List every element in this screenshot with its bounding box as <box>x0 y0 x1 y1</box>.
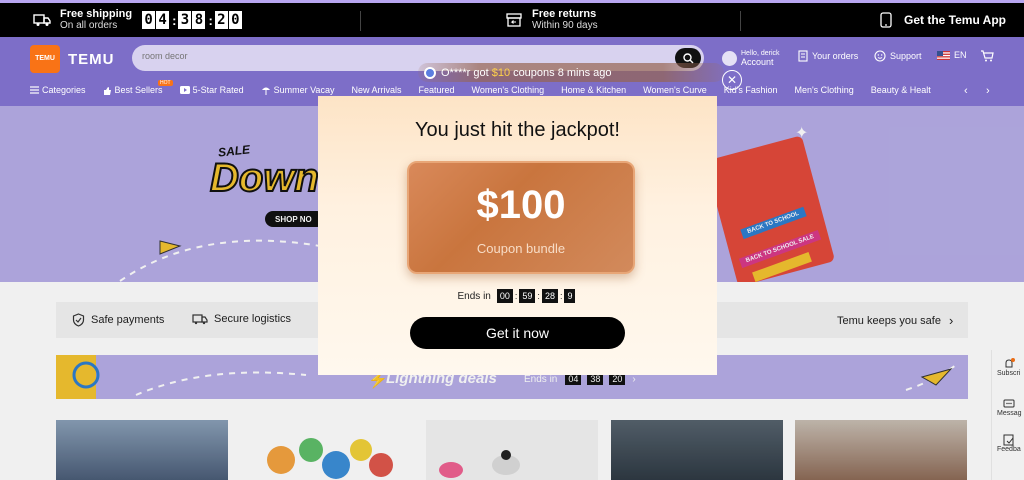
nav-womens-curve[interactable]: Women's Curve <box>643 85 707 95</box>
nav-categories[interactable]: Categories <box>30 85 86 95</box>
nav-scroll-right[interactable]: › <box>986 85 990 97</box>
support-icon <box>874 50 886 62</box>
countdown-tenths: 9 <box>564 289 576 303</box>
countdown-colon: : <box>559 291 563 301</box>
cart-icon <box>980 50 994 62</box>
notify-amount: $10 <box>491 66 511 79</box>
countdown-minutes: 59 <box>519 289 536 303</box>
notify-text: coupons 8 mins ago <box>513 66 612 79</box>
orders-label: Your orders <box>812 51 859 61</box>
countdown-colon: : <box>172 12 177 28</box>
notify-user: O****r <box>441 66 471 79</box>
countdown-hours: 00 <box>496 289 513 303</box>
nav-label: New Arrivals <box>351 85 402 95</box>
orders-link[interactable]: Your orders <box>798 50 858 62</box>
return-box-icon <box>504 12 524 28</box>
coupon-amount: $100 <box>476 183 566 227</box>
account-label: Account <box>741 57 774 67</box>
ends-in-label: Ends in <box>457 290 491 302</box>
coupon-subtitle: Coupon bundle <box>476 241 566 256</box>
user-avatar-icon <box>424 66 436 79</box>
close-modal-button[interactable]: ✕ <box>722 70 742 90</box>
divider <box>740 11 741 31</box>
promo-topbar: Free shipping On all orders 0 4 : 3 8 : … <box>0 0 1024 37</box>
countdown-digit: 0 <box>142 11 156 29</box>
nav-label: Women's Curve <box>643 85 707 95</box>
returns-title: Free returns <box>532 8 597 20</box>
nav-label: Men's Clothing <box>794 85 854 95</box>
search-icon <box>682 52 693 63</box>
nav-mens-clothing[interactable]: Men's Clothing <box>794 85 853 95</box>
nav-home-kitchen[interactable]: Home & Kitchen <box>561 85 626 95</box>
nav-summer-vacay[interactable]: Summer Vacay <box>261 85 335 95</box>
nav-beauty-health[interactable]: Beauty & Healt <box>871 85 931 95</box>
returns-subtitle: Within 90 days <box>532 20 598 31</box>
shipping-title: Free shipping <box>60 8 133 20</box>
cart-button[interactable] <box>980 50 998 62</box>
account-menu[interactable]: Hello, derick Account <box>722 49 780 67</box>
shipping-subtitle: On all orders <box>60 20 118 31</box>
nav-womens-clothing[interactable]: Women's Clothing <box>472 85 545 95</box>
phone-icon <box>876 12 896 28</box>
nav-label: Best Sellers <box>114 85 163 95</box>
nav-label: Beauty & Healt <box>870 85 931 95</box>
get-it-now-button[interactable]: Get it now <box>410 317 625 349</box>
nav-label: Women's Clothing <box>471 85 545 95</box>
menu-icon <box>30 86 39 94</box>
nav-scroll-left[interactable]: ‹ <box>964 85 968 97</box>
language-selector[interactable]: EN <box>937 50 967 60</box>
language-label: EN <box>954 50 967 60</box>
orders-icon <box>798 50 808 62</box>
jackpot-modal: You just hit the jackpot! $100 Coupon bu… <box>318 96 717 375</box>
truck-icon <box>32 12 52 28</box>
umbrella-icon <box>261 85 271 95</box>
avatar <box>722 50 737 66</box>
countdown-digit: 3 <box>178 11 192 29</box>
shipping-countdown: 0 4 : 3 8 : 2 0 <box>142 11 243 29</box>
nav-label: Featured <box>418 85 455 95</box>
countdown-colon: : <box>514 291 518 301</box>
star-badge-icon <box>179 86 190 94</box>
nav-5-star-rated[interactable]: 5-Star Rated <box>179 85 244 95</box>
nav-best-sellers[interactable]: Best Sellers <box>103 85 163 95</box>
nav-featured[interactable]: Featured <box>418 85 454 95</box>
search-input[interactable] <box>142 51 662 61</box>
nav-new-arrivals[interactable]: New Arrivals <box>351 85 401 95</box>
countdown-colon: : <box>537 291 540 301</box>
close-icon: ✕ <box>726 73 738 87</box>
divider <box>360 11 361 31</box>
temu-logo[interactable]: TEMU <box>30 45 60 73</box>
logo-wordmark[interactable]: TEMU <box>68 51 115 68</box>
coupon-card: $100 Coupon bundle <box>407 161 635 274</box>
nav-label: Categories <box>42 85 86 95</box>
social-proof-notification: O****r got $10 coupons 8 mins ago <box>418 63 724 82</box>
countdown-colon: : <box>208 12 213 28</box>
countdown-digit: 0 <box>228 11 242 29</box>
us-flag-icon <box>937 50 950 60</box>
get-app-link[interactable]: Get the Temu App <box>876 3 1006 37</box>
nav-label: Home & Kitchen <box>561 85 627 95</box>
countdown-digit: 8 <box>192 11 206 29</box>
thumbs-up-icon <box>103 86 112 95</box>
get-app-label: Get the Temu App <box>904 13 1006 27</box>
category-nav: Categories Best Sellers 5-Star Rated Sum… <box>30 85 948 95</box>
countdown-digit: 2 <box>214 11 228 29</box>
free-returns[interactable]: Free returns Within 90 days <box>504 3 598 37</box>
modal-countdown: Ends in 00: 59: 28: 9 <box>318 289 717 303</box>
nav-label: 5-Star Rated <box>192 85 244 95</box>
countdown-digit: 4 <box>156 11 170 29</box>
modal-title: You just hit the jackpot! <box>415 119 620 141</box>
support-label: Support <box>890 51 922 61</box>
free-shipping[interactable]: Free shipping On all orders 0 4 : 3 8 : … <box>32 3 243 37</box>
countdown-seconds: 28 <box>541 289 558 303</box>
logo-small-text: TEMU <box>35 55 55 62</box>
notify-got: got <box>473 66 489 79</box>
support-link[interactable]: Support <box>874 50 922 62</box>
nav-label: Summer Vacay <box>273 85 335 95</box>
